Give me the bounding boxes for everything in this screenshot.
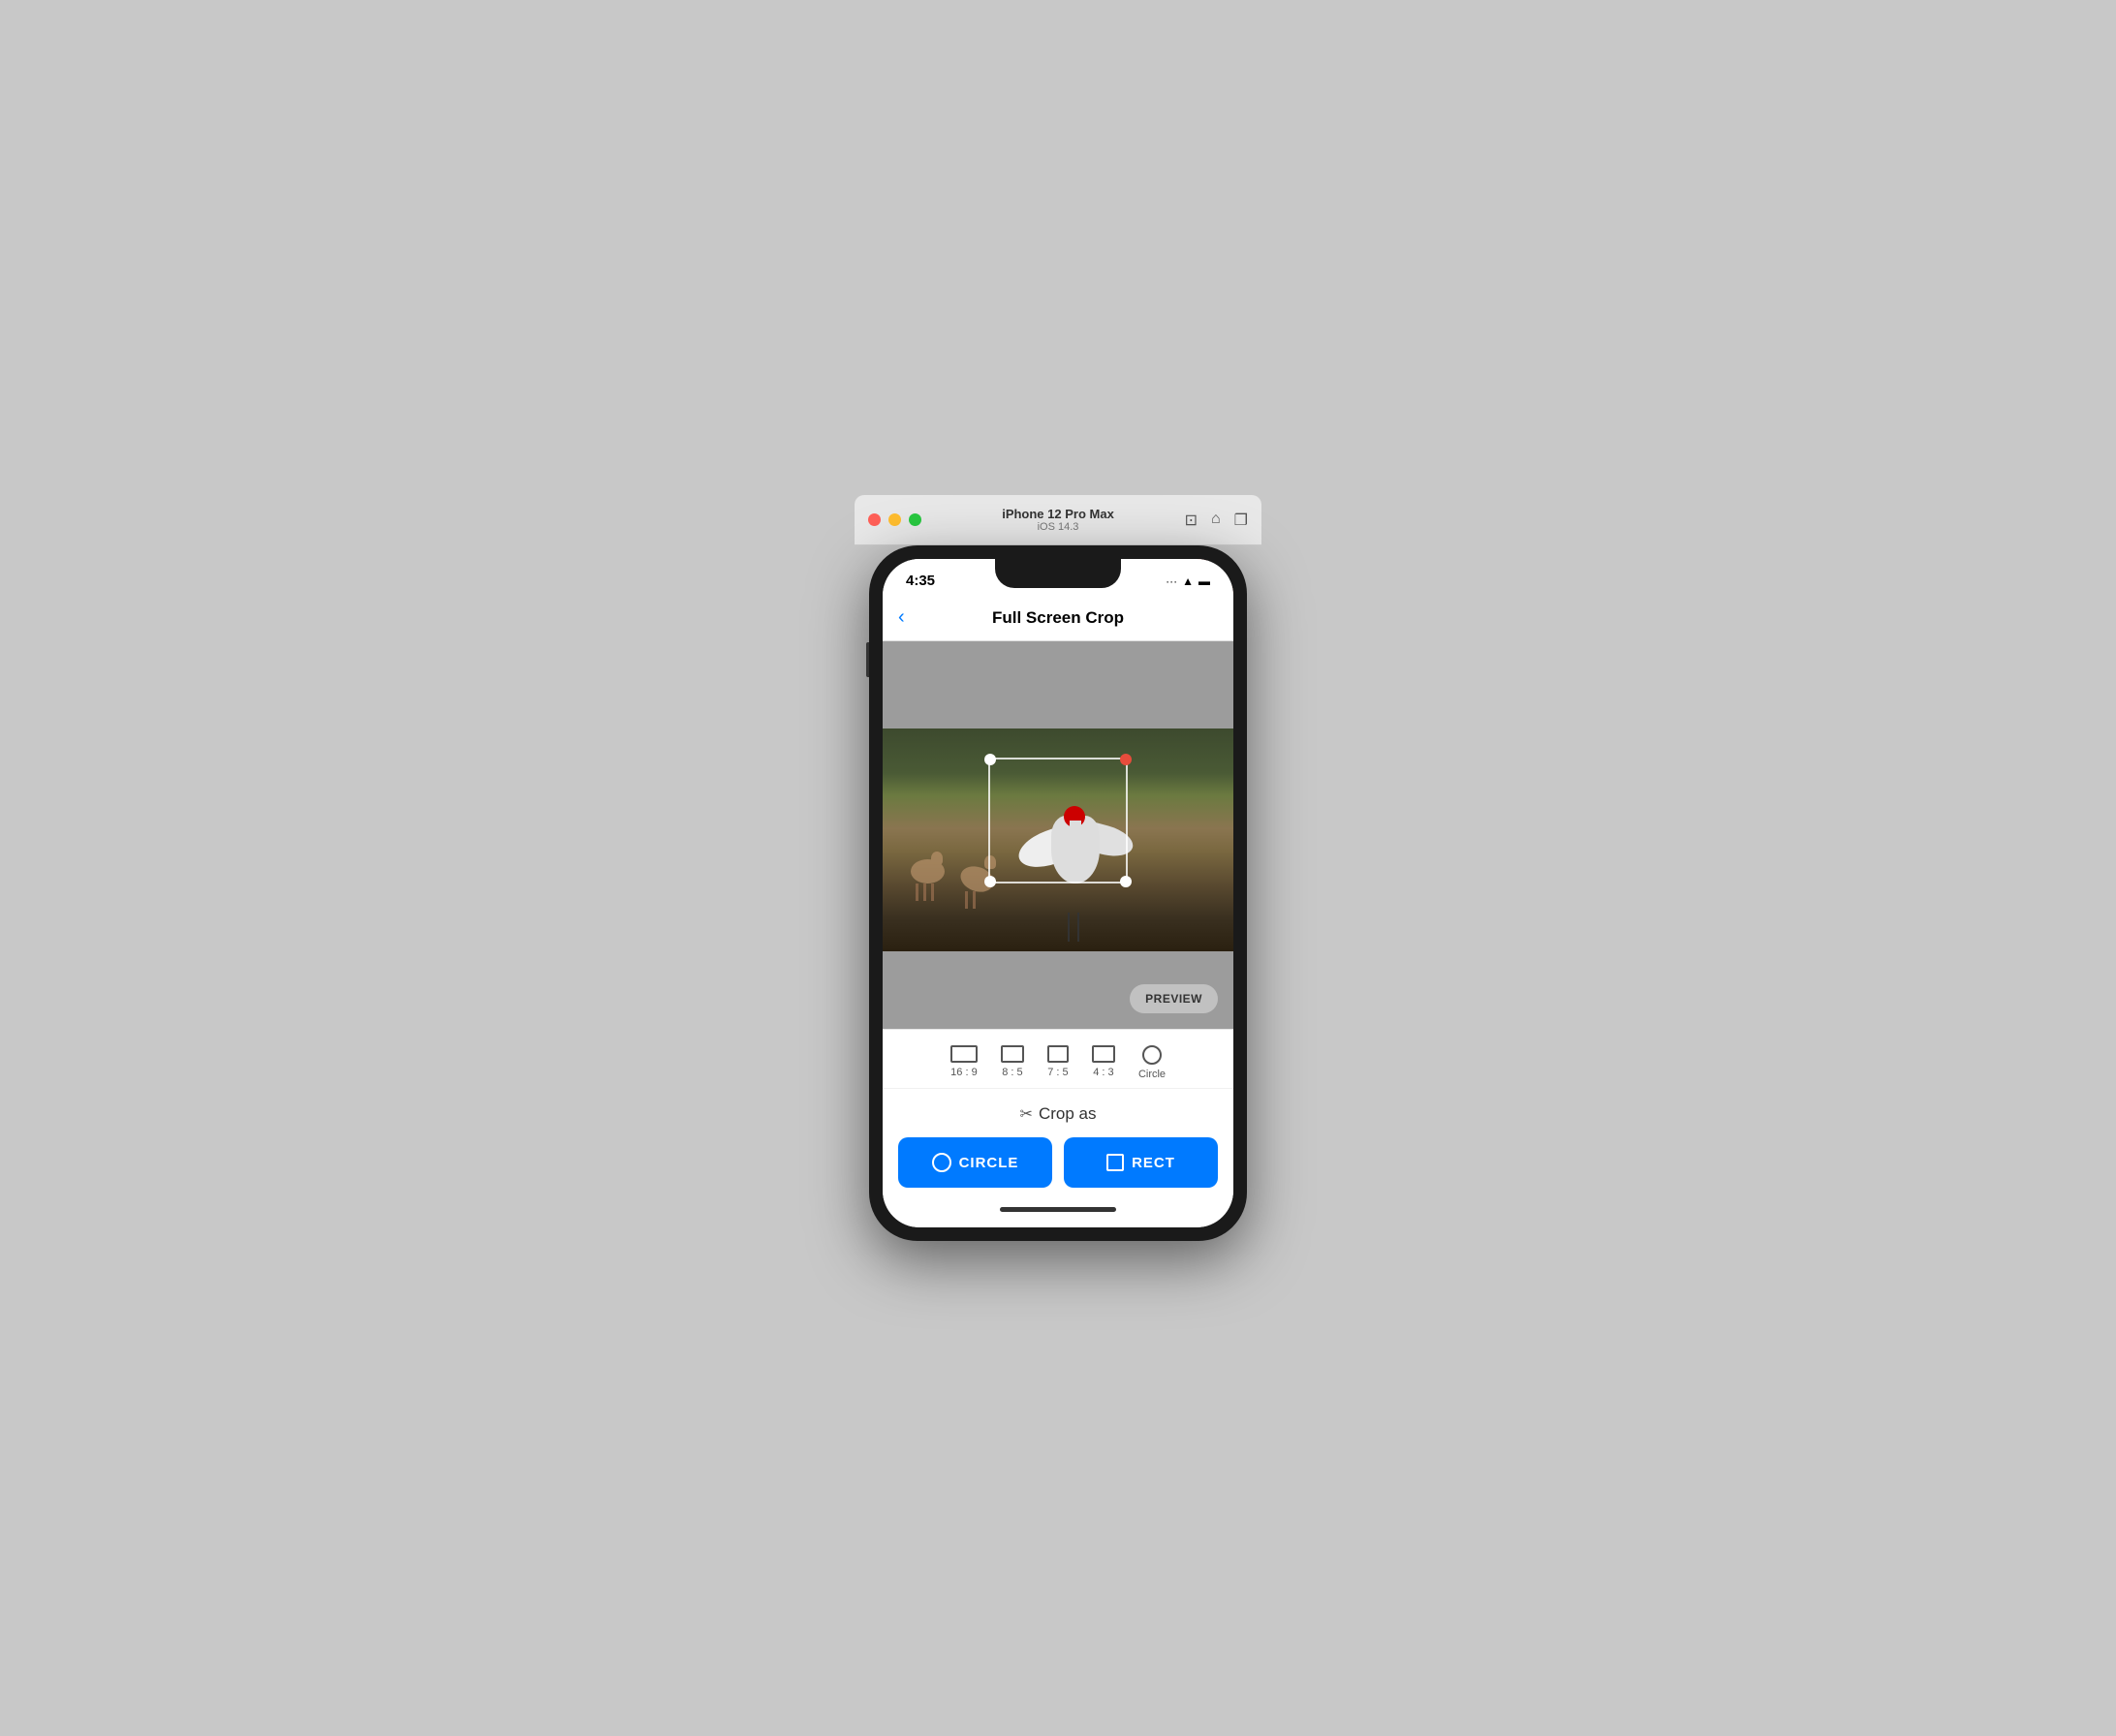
ratio-label-8-5: 8 : 5 [1002, 1067, 1022, 1078]
notch [995, 559, 1121, 588]
signal-icon: ··· [1166, 574, 1177, 588]
maximize-button[interactable] [909, 513, 921, 526]
rect-crop-label: RECT [1132, 1155, 1175, 1171]
ratio-item-4-3[interactable]: 4 : 3 [1092, 1045, 1115, 1080]
ratio-icon-4-3 [1092, 1045, 1115, 1063]
crop-buttons: CIRCLE RECT [898, 1137, 1218, 1188]
titlebar-title: iPhone 12 Pro Max iOS 14.3 [1002, 507, 1114, 533]
ratio-icon-circle [1142, 1045, 1162, 1065]
crop-as-section: ✂ Crop as CIRCLE RECT [883, 1089, 1233, 1195]
deer-figure [911, 859, 945, 884]
scissors-icon: ✂ [1020, 1104, 1033, 1124]
traffic-lights [868, 513, 921, 526]
ratio-item-16-9[interactable]: 16 : 9 [950, 1045, 978, 1080]
crop-as-label: Crop as [1039, 1104, 1097, 1124]
wifi-icon: ▲ [1182, 574, 1194, 588]
crop-overlay[interactable] [988, 758, 1129, 884]
ratio-label-4-3: 4 : 3 [1093, 1067, 1113, 1078]
crop-handle-bottom-left[interactable] [984, 876, 996, 887]
preview-button[interactable]: PREVIEW [1130, 984, 1218, 1013]
home-indicator [883, 1195, 1233, 1227]
ratio-icon-8-5 [1001, 1045, 1024, 1063]
phone-frame: 4:35 ··· ▲ ▬ ‹ Full Screen Crop [869, 545, 1247, 1241]
home-bar [1000, 1207, 1116, 1212]
ratio-icon-16-9 [950, 1045, 978, 1063]
layers-icon[interactable]: ❐ [1234, 511, 1248, 530]
circle-crop-label: CIRCLE [959, 1155, 1019, 1171]
status-time: 4:35 [906, 573, 935, 589]
close-button[interactable] [868, 513, 881, 526]
rect-crop-button[interactable]: RECT [1064, 1137, 1218, 1188]
ratio-item-8-5[interactable]: 8 : 5 [1001, 1045, 1024, 1080]
deer-legs [916, 884, 934, 901]
battery-icon: ▬ [1198, 574, 1210, 588]
nav-bar: ‹ Full Screen Crop [883, 597, 1233, 641]
titlebar: iPhone 12 Pro Max iOS 14.3 ⊡ ⌂ ❐ [855, 495, 1261, 545]
titlebar-icons: ⊡ ⌂ ❐ [1185, 511, 1248, 530]
page-title: Full Screen Crop [992, 608, 1124, 628]
bird-legs [1068, 913, 1070, 942]
ratio-item-7-5[interactable]: 7 : 5 [1047, 1045, 1069, 1080]
screenshot-icon[interactable]: ⊡ [1185, 511, 1198, 530]
phone-screen: 4:35 ··· ▲ ▬ ‹ Full Screen Crop [883, 559, 1233, 1227]
minimize-button[interactable] [888, 513, 901, 526]
status-icons: ··· ▲ ▬ [1166, 574, 1210, 588]
ratio-icon-7-5 [1047, 1045, 1069, 1063]
home-icon[interactable]: ⌂ [1211, 511, 1221, 530]
image-bottom-overlay: PREVIEW [883, 951, 1233, 1029]
ratio-label-7-5: 7 : 5 [1047, 1067, 1068, 1078]
crop-as-title: ✂ Crop as [898, 1104, 1218, 1124]
image-main[interactable] [883, 728, 1233, 951]
status-bar: 4:35 ··· ▲ ▬ [883, 559, 1233, 597]
ratio-label-circle: Circle [1138, 1069, 1166, 1080]
ios-version: iOS 14.3 [1002, 521, 1114, 533]
rect-icon [1106, 1154, 1124, 1171]
crop-handle-top-left[interactable] [984, 754, 996, 765]
circle-crop-button[interactable]: CIRCLE [898, 1137, 1052, 1188]
ratio-item-circle[interactable]: Circle [1138, 1045, 1166, 1080]
ratio-selector: 16 : 9 8 : 5 7 : 5 4 : 3 Circle [883, 1030, 1233, 1089]
deer-head [931, 852, 943, 865]
back-button[interactable]: ‹ [898, 606, 905, 629]
ratio-label-16-9: 16 : 9 [950, 1067, 978, 1078]
image-top-overlay [883, 641, 1233, 728]
circle-icon [932, 1153, 951, 1172]
device-name: iPhone 12 Pro Max [1002, 507, 1114, 521]
